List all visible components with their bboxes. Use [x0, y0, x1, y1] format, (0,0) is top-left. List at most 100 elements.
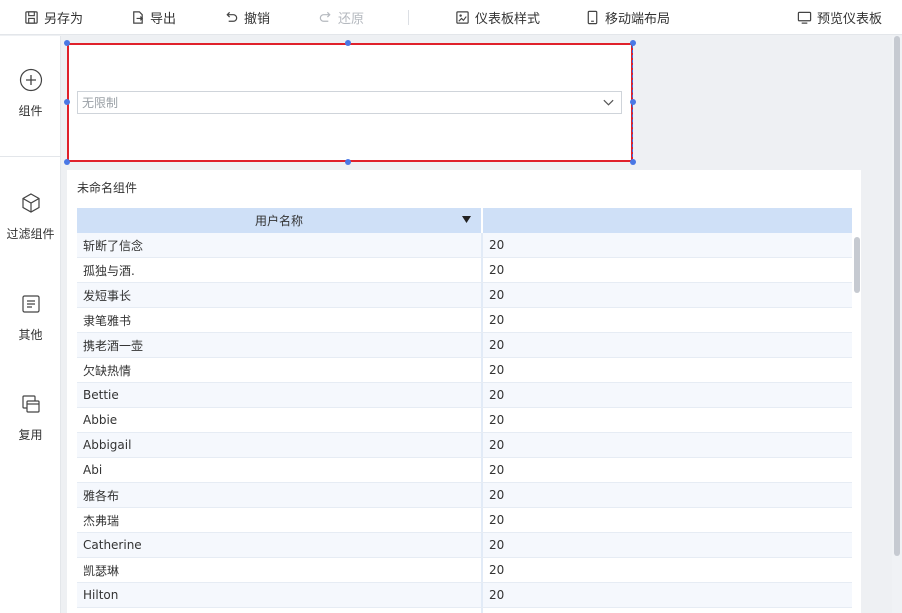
table-scrollbar-thumb[interactable] [854, 237, 860, 293]
plus-circle-icon [19, 68, 42, 92]
toolbar: 另存为 导出 撤销 还原 仪表板样式 移动端布局 预览仪表板 [0, 0, 902, 35]
sidebar-item-filter-components[interactable]: 过滤组件 [0, 191, 61, 242]
redo-button[interactable]: 还原 [318, 0, 364, 35]
table-row[interactable]: 凯瑟琳 20 [77, 558, 852, 583]
resize-handle-top[interactable] [345, 40, 351, 46]
table-header: 用户名称 [77, 208, 852, 233]
export-icon [133, 11, 143, 24]
cell-value: 20 [489, 538, 505, 552]
cell-value: 20 [489, 488, 505, 502]
undo-button[interactable]: 撤销 [224, 0, 270, 35]
table-row[interactable]: Abbigail 20 [77, 433, 852, 458]
cell-value [483, 608, 852, 613]
table-row[interactable]: Abbie 20 [77, 408, 852, 433]
table-row[interactable]: 隶笔雅书 20 [77, 308, 852, 333]
cell-value: 20 [489, 313, 505, 327]
cell-value: 20 [489, 413, 505, 427]
cell-username [77, 608, 483, 613]
resize-handle-right[interactable] [630, 99, 636, 105]
table-row[interactable]: 携老酒一壶 20 [77, 333, 852, 358]
sort-down-icon[interactable] [462, 216, 471, 224]
cell-username: Abbie [77, 408, 483, 432]
table-row[interactable]: Bettie 20 [77, 383, 852, 408]
cell-value: 20 [489, 388, 505, 402]
sidebar-item-components[interactable]: 组件 [0, 68, 61, 119]
cell-value: 20 [489, 588, 505, 602]
resize-handle-bottom-left[interactable] [64, 159, 70, 165]
table-row[interactable]: 雅各布 20 [77, 483, 852, 508]
widget-title: 未命名组件 [77, 181, 138, 195]
sidebar-label-components: 组件 [18, 104, 43, 118]
table-row[interactable]: 发短事长 20 [77, 283, 852, 308]
save-icon [25, 11, 38, 24]
table-row[interactable] [77, 608, 852, 613]
sidebar-label-filter-components: 过滤组件 [6, 227, 55, 241]
table-row[interactable]: 斩断了信念 20 [77, 233, 852, 258]
cell-value: 20 [489, 563, 505, 577]
copy-icon [21, 395, 40, 413]
table-row[interactable]: 孤独与酒. 20 [77, 258, 852, 283]
dashboard-style-label: 仪表板样式 [475, 12, 541, 27]
preview-dashboard-button[interactable]: 预览仪表板 [797, 0, 882, 35]
palette-icon [456, 11, 469, 24]
resize-handle-top-right[interactable] [630, 40, 636, 46]
undo-label: 撤销 [244, 12, 271, 27]
resize-handle-bottom-right[interactable] [630, 159, 636, 165]
cell-username: Abi [77, 458, 483, 482]
sidebar-item-reuse[interactable]: 复用 [0, 392, 61, 443]
table-scrollbar[interactable] [853, 233, 861, 613]
cell-value: 20 [489, 513, 505, 527]
resize-handle-left[interactable] [64, 99, 70, 105]
cell-value: 20 [489, 288, 505, 302]
toolbar-divider [408, 10, 409, 25]
column-header-value[interactable] [483, 208, 852, 233]
filter-select-value: 无限制 [82, 96, 119, 110]
cube-icon [21, 193, 40, 213]
mobile-icon [587, 10, 598, 25]
table-row[interactable]: Catherine 20 [77, 533, 852, 558]
sidebar-label-other: 其他 [18, 328, 43, 342]
save-as-button[interactable]: 另存为 [24, 0, 83, 35]
cell-value: 20 [489, 238, 505, 252]
sidebar-divider [0, 156, 61, 157]
preview-dashboard-label: 预览仪表板 [817, 12, 883, 27]
export-label: 导出 [150, 12, 177, 27]
redo-icon [319, 11, 331, 22]
table-row[interactable]: 欠缺热情 20 [77, 358, 852, 383]
cell-value: 20 [489, 463, 505, 477]
table-body: 斩断了信念 20 孤独与酒. 20 发短事长 20 隶笔雅书 20 携老酒一壶 20 欠缺热情 20 B… [77, 233, 852, 613]
mobile-layout-button[interactable]: 移动端布局 [585, 0, 670, 35]
save-as-label: 另存为 [44, 12, 84, 27]
dashboard-style-button[interactable]: 仪表板样式 [455, 0, 540, 35]
column-header-label: 用户名称 [254, 214, 303, 228]
cell-username: 孤独与酒. [77, 258, 483, 282]
cell-value: 20 [489, 438, 505, 452]
undo-icon [226, 11, 238, 22]
export-button[interactable]: 导出 [130, 0, 176, 35]
cell-username: Bettie [77, 383, 483, 407]
cell-username: 携老酒一壶 [77, 333, 483, 357]
table-row[interactable]: 杰弗瑞 20 [77, 508, 852, 533]
mobile-layout-label: 移动端布局 [605, 12, 671, 27]
table-row[interactable]: Abi 20 [77, 458, 852, 483]
data-table: 用户名称 斩断了信念 20 孤独与酒. 20 发短事长 20 隶笔雅书 20 携老酒一壶 20 欠缺… [77, 208, 852, 613]
redo-label: 还原 [338, 12, 365, 27]
column-header-username[interactable]: 用户名称 [77, 208, 483, 233]
cell-username: 凯瑟琳 [77, 558, 483, 582]
cell-username: 隶笔雅书 [77, 308, 483, 332]
sidebar-label-reuse: 复用 [18, 428, 43, 442]
component-sidebar: 组件 过滤组件 其他 复用 [0, 36, 61, 613]
cell-username: Catherine [77, 533, 483, 557]
canvas-scrollbar-thumb[interactable] [894, 36, 900, 556]
cell-username: 斩断了信念 [77, 233, 483, 257]
cell-username: 杰弗瑞 [77, 508, 483, 532]
sidebar-item-other[interactable]: 其他 [0, 292, 61, 343]
table-row[interactable]: Hilton 20 [77, 583, 852, 608]
resize-handle-top-left[interactable] [64, 40, 70, 46]
canvas-scrollbar[interactable] [892, 36, 902, 613]
table-widget[interactable]: 未命名组件 用户名称 斩断了信念 20 孤独与酒. 20 发短事长 20 隶笔雅书 20 携老酒… [67, 170, 861, 613]
resize-handle-bottom[interactable] [345, 159, 351, 165]
filter-select[interactable]: 无限制 [77, 91, 622, 114]
cell-value: 20 [489, 263, 505, 277]
cell-username: Hilton [77, 583, 483, 607]
